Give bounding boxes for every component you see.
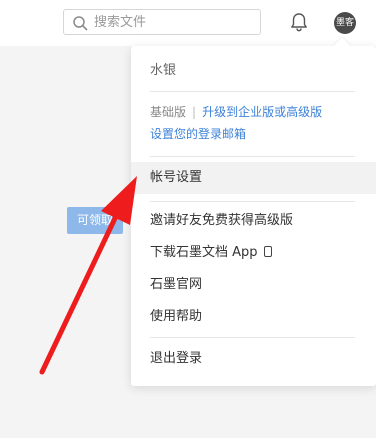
plan-label: 基础版 [150,105,187,119]
menu-divider [150,91,355,92]
phone-icon [263,246,272,257]
account-dropdown-menu: 水银 基础版 | 升级到企业版或高级版 设置您的登录邮箱 帐号设置 邀请好友免费获得… [131,37,376,386]
search-box[interactable] [63,9,261,35]
avatar[interactable]: 墨客 [334,12,356,34]
menu-item-logout[interactable]: 退出登录 [131,348,376,370]
bell-icon[interactable] [288,11,310,33]
search-input[interactable] [94,13,254,31]
download-app-label: 下载石墨文档 App [150,245,258,260]
set-email-link[interactable]: 设置您的登录邮箱 [150,127,246,141]
email-row: 设置您的登录邮箱 [131,125,376,143]
menu-item-invite[interactable]: 邀请好友免费获得高级版 [131,210,376,232]
menu-divider [150,156,355,157]
upgrade-link[interactable]: 升级到企业版或高级版 [202,105,322,119]
plan-separator: | [192,105,197,119]
menu-item-download-app[interactable]: 下载石墨文档 App [131,242,376,264]
plan-row: 基础版 | 升级到企业版或高级版 [131,103,376,121]
menu-username: 水银 [150,63,177,78]
menu-item-website[interactable]: 石墨官网 [131,274,376,296]
top-header: 墨客 [0,0,376,46]
menu-divider [150,337,355,338]
menu-item-account-settings[interactable]: 帐号设置 [131,162,376,194]
menu-divider [150,201,355,202]
menu-item-help[interactable]: 使用帮助 [131,306,376,328]
avatar-text: 墨客 [335,18,354,28]
search-icon [73,16,88,31]
claim-button[interactable]: 可领取 [67,207,123,234]
